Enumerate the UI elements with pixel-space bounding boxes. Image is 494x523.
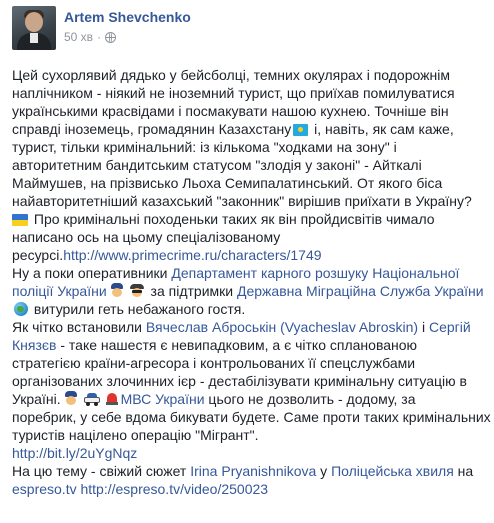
text-line: Як чітко встановили Вячеслав Аброськін (… xyxy=(12,318,486,336)
espreso-tv-link[interactable]: espreso.tv xyxy=(12,481,77,497)
pryanishnikova-link[interactable]: Irina Pryanishnikova xyxy=(190,463,316,479)
text-segment: ресурсі. xyxy=(12,247,64,263)
text-line: Цей сухорлявий дядько у бейсболці, темни… xyxy=(12,67,450,83)
abroskin-link[interactable]: Вячеслав Аброськін (Vyacheslav Abroskin) xyxy=(146,319,418,335)
text-line: Маймушев, на прізвисько Льоха Семипалати… xyxy=(12,175,443,191)
text-line: На цю тему - свіжий сюжет Irina Pryanish… xyxy=(12,462,486,480)
kazakhstan-flag-icon xyxy=(293,124,309,136)
police-department-link[interactable]: Департамент карного розшуку Національної xyxy=(171,265,459,281)
text-segment: Про кримінальні походеньки таких як він … xyxy=(30,211,435,227)
text-segment: Ну а поки оперативники xyxy=(12,265,172,281)
text-segment: - таке нашестя є невипадковим, а є чітко… xyxy=(56,337,418,353)
espreso-video-link[interactable]: http://espreso.tv/video/250023 xyxy=(80,481,268,497)
text-line: наплічником - ніякий не іноземний турист… xyxy=(12,85,455,101)
text-line: Князєв - таке нашестя є невипадковим, а … xyxy=(12,336,486,354)
primecrime-link[interactable]: http://www.primecrime.ru/characters/1749 xyxy=(63,247,321,263)
ukraine-flag-icon xyxy=(12,214,28,226)
knyazev-link[interactable]: Сергій xyxy=(429,319,471,335)
text-line: справді іноземець, громадянин Казахстану… xyxy=(12,120,486,138)
siren-light-icon xyxy=(105,391,119,406)
police-officer-icon xyxy=(63,390,79,406)
knyazev-link-cont[interactable]: Князєв xyxy=(12,337,56,353)
text-line: ресурсі.http://www.primecrime.ru/charact… xyxy=(12,246,486,264)
mvs-ukraine-link[interactable]: МВС України xyxy=(121,391,205,407)
text-segment: На цю тему - свіжий сюжет xyxy=(12,463,191,479)
police-wave-link[interactable]: Поліцейська хвиля xyxy=(331,463,454,479)
text-line: поліції України за підтримки Державна Мі… xyxy=(12,282,486,300)
text-line: поребрик, у себе вдома бикувати будете. … xyxy=(12,409,491,425)
avatar-collar xyxy=(30,33,38,43)
text-segment: Україні. xyxy=(12,391,61,407)
facebook-post: Artem Shevchenko 50 хв · Цей сухорлявий … xyxy=(0,0,494,523)
text-line: Ну а поки оперативники Департамент карно… xyxy=(12,264,486,282)
text-segment: у xyxy=(316,463,332,479)
migration-service-link[interactable]: Державна Міграційна Служба України xyxy=(237,283,484,299)
separator: · xyxy=(97,30,102,44)
text-line: туристів націлено операцію "Мігрант". xyxy=(12,427,259,443)
post-body: Цей сухорлявий дядько у бейсболці, темни… xyxy=(12,66,491,498)
text-line: espreso.tv http://espreso.tv/video/25002… xyxy=(12,480,486,498)
text-segment: і xyxy=(418,319,429,335)
text-line: українськими красвідами і посмакувати на… xyxy=(12,103,449,119)
text-line: Про кримінальні походеньки таких як він … xyxy=(12,210,486,228)
earth-globe-icon xyxy=(14,302,28,316)
avatar-head xyxy=(25,12,43,32)
police-car-icon xyxy=(83,392,101,406)
police-department-link-cont[interactable]: поліції України xyxy=(12,283,107,299)
text-line: найавторитетніший казахський "законник" … xyxy=(12,193,472,209)
bitly-link[interactable]: http://bit.ly/2uYgNqz xyxy=(12,445,137,461)
text-segment: цього не дозволить - додому, за xyxy=(204,391,416,407)
text-line: стратегією країни-агресора і контрольова… xyxy=(12,355,416,371)
author-name[interactable]: Artem Shevchenko xyxy=(64,9,191,25)
text-line: турист, тільки кримінальний: із кількома… xyxy=(12,139,397,155)
text-segment: і, навіть, як сам каже, xyxy=(310,121,454,137)
text-line: написано ось на цьому спеціалізованому xyxy=(12,229,281,245)
text-segment: Як чітко встановили xyxy=(12,319,146,335)
detective-icon xyxy=(129,282,145,298)
text-line: організованих злочинних ієр - дестабіліз… xyxy=(12,373,467,389)
text-line: авторитетним бандитським статусом "злоді… xyxy=(12,157,422,173)
post-time[interactable]: 50 хв xyxy=(64,30,93,44)
text-segment: на xyxy=(453,463,474,479)
text-segment: справді іноземець, громадянин Казахстану xyxy=(12,121,292,137)
globe-icon[interactable] xyxy=(105,31,117,43)
text-line: витурили геть небажаного гостя. xyxy=(12,300,486,318)
text-segment: витурили геть небажаного гостя. xyxy=(30,301,246,317)
police-officer-icon xyxy=(109,282,125,298)
post-meta: 50 хв · xyxy=(64,30,117,44)
author-avatar[interactable] xyxy=(12,6,56,50)
text-line: http://bit.ly/2uYgNqz xyxy=(12,444,486,462)
text-line: Україні. МВС України цього не дозволить -… xyxy=(12,390,486,408)
text-segment: за підтримки xyxy=(146,283,237,299)
